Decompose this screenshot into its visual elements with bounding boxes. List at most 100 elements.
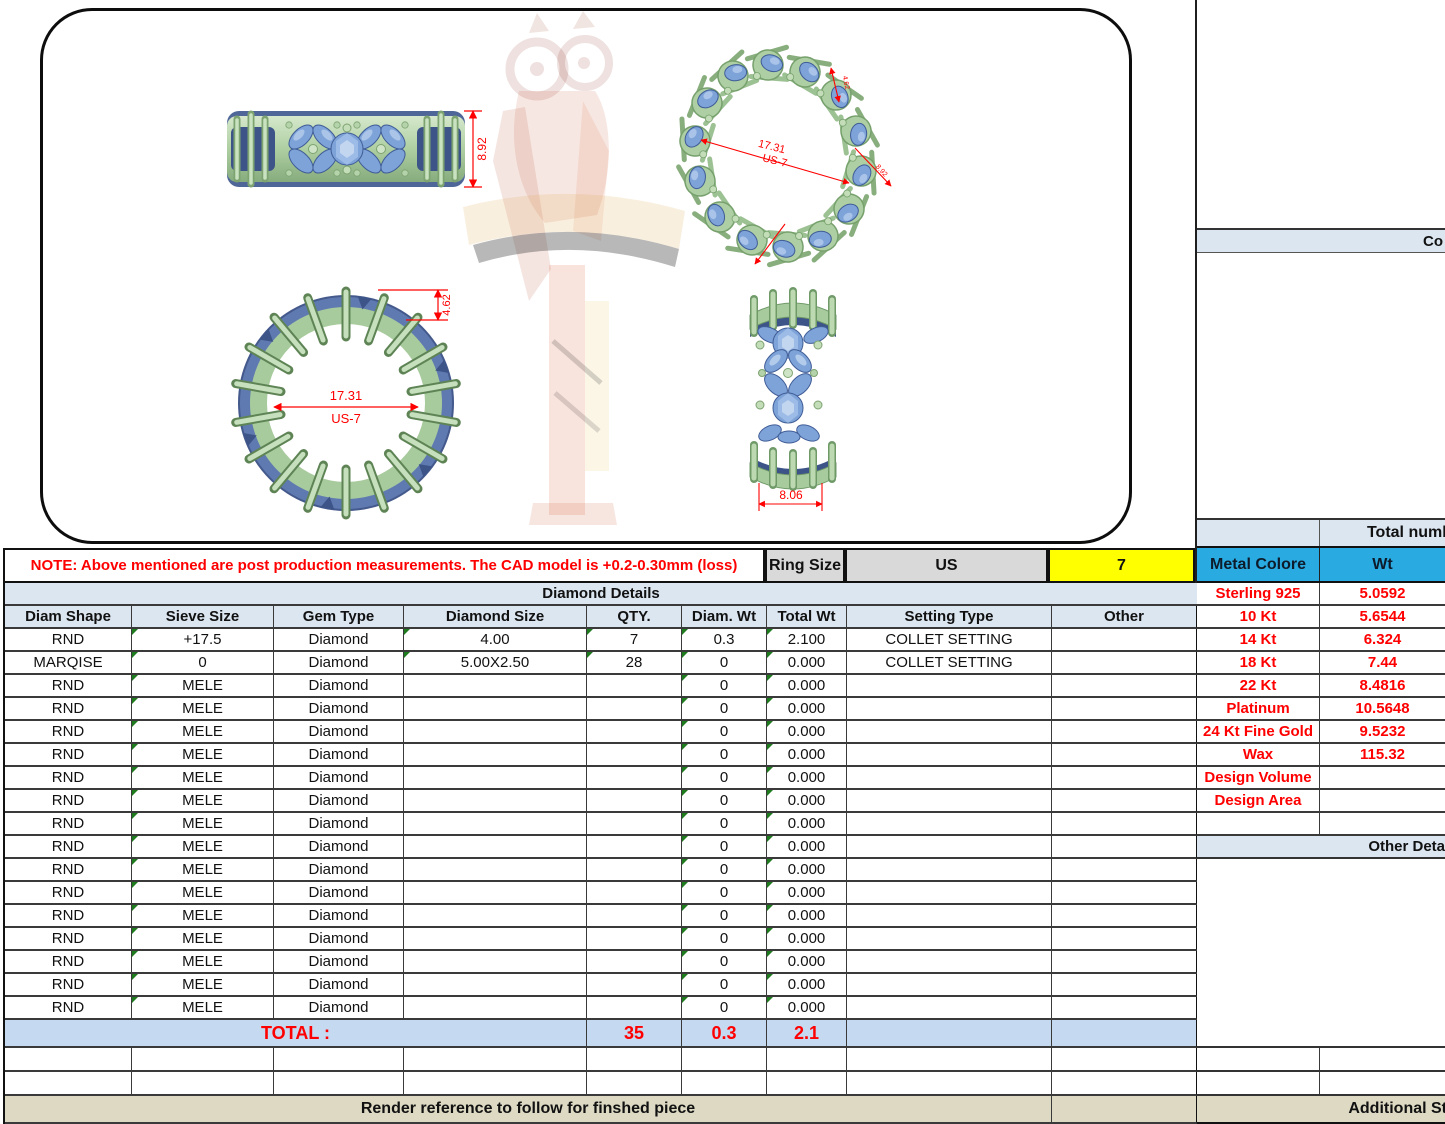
total-diam-wt[interactable]: 0.3 xyxy=(682,1020,767,1048)
cell-sieve-size[interactable]: MELE xyxy=(132,928,274,951)
cell-setting-type[interactable] xyxy=(847,790,1052,813)
cell-total-wt[interactable]: 0.000 xyxy=(767,951,847,974)
ring-size-region-cell[interactable]: US xyxy=(845,548,1048,583)
cell-sieve-size[interactable]: MELE xyxy=(132,790,274,813)
cell-total-wt[interactable]: 0.000 xyxy=(767,744,847,767)
empty-cell[interactable] xyxy=(587,1048,682,1072)
metal-name-cell[interactable]: Wax xyxy=(1197,744,1320,767)
cell-diamond-size[interactable] xyxy=(404,790,587,813)
cell-setting-type[interactable] xyxy=(847,767,1052,790)
empty-cell[interactable] xyxy=(1052,1048,1198,1072)
cell-gem-type[interactable]: Diamond xyxy=(274,859,404,882)
cell-total-wt[interactable]: 0.000 xyxy=(767,859,847,882)
cell-qty[interactable] xyxy=(587,836,682,859)
cell-total-wt[interactable]: 0.000 xyxy=(767,974,847,997)
cell-sieve-size[interactable]: MELE xyxy=(132,721,274,744)
metal-weight-cell[interactable]: 5.6544 xyxy=(1320,606,1445,629)
cell-sieve-size[interactable]: MELE xyxy=(132,859,274,882)
cell-gem-type[interactable]: Diamond xyxy=(274,928,404,951)
total-other-cell[interactable] xyxy=(1052,1020,1198,1048)
empty-cell[interactable] xyxy=(587,1072,682,1096)
metal-name-cell[interactable]: Design Volume xyxy=(1197,767,1320,790)
metal-weight-cell[interactable]: 7.44 xyxy=(1320,652,1445,675)
cell-gem-type[interactable]: Diamond xyxy=(274,721,404,744)
header-sieve-size[interactable]: Sieve Size xyxy=(132,606,274,629)
empty-cell[interactable] xyxy=(847,1072,1052,1096)
cell-total-wt[interactable]: 0.000 xyxy=(767,767,847,790)
empty-cell[interactable] xyxy=(404,1072,587,1096)
empty-cell[interactable] xyxy=(404,1048,587,1072)
cell-other[interactable] xyxy=(1052,974,1198,997)
cell-diam-wt[interactable]: 0 xyxy=(682,974,767,997)
header-total-wt[interactable]: Total Wt xyxy=(767,606,847,629)
cell-diam-shape[interactable]: RND xyxy=(5,790,132,813)
cell-diam-shape[interactable]: RND xyxy=(5,997,132,1020)
cell-diam-shape[interactable]: RND xyxy=(5,744,132,767)
cell-diam-wt[interactable]: 0 xyxy=(682,721,767,744)
total-qty[interactable]: 35 xyxy=(587,1020,682,1048)
cell-sieve-size[interactable]: MELE xyxy=(132,974,274,997)
header-gem-type[interactable]: Gem Type xyxy=(274,606,404,629)
cell-sieve-size[interactable]: 0 xyxy=(132,652,274,675)
cell-qty[interactable] xyxy=(587,928,682,951)
cell-diam-wt[interactable]: 0 xyxy=(682,652,767,675)
cell-total-wt[interactable]: 0.000 xyxy=(767,652,847,675)
cell-other[interactable] xyxy=(1052,767,1198,790)
cell-qty[interactable] xyxy=(587,675,682,698)
metal-weight-cell[interactable]: 9.5232 xyxy=(1320,721,1445,744)
metal-name-cell[interactable]: Design Area xyxy=(1197,790,1320,813)
empty-cell[interactable] xyxy=(847,1048,1052,1072)
empty-cell[interactable] xyxy=(132,1048,274,1072)
cell-sieve-size[interactable]: MELE xyxy=(132,882,274,905)
cell-total-wt[interactable]: 2.100 xyxy=(767,629,847,652)
cell-setting-type[interactable] xyxy=(847,997,1052,1020)
cell-diam-wt[interactable]: 0 xyxy=(682,997,767,1020)
cell-diam-wt[interactable]: 0 xyxy=(682,767,767,790)
cell-total-wt[interactable]: 0.000 xyxy=(767,882,847,905)
cell-setting-type[interactable] xyxy=(847,928,1052,951)
empty-cell[interactable] xyxy=(1197,1048,1320,1070)
cell-diam-wt[interactable]: 0 xyxy=(682,859,767,882)
header-diam-shape[interactable]: Diam Shape xyxy=(5,606,132,629)
cell-other[interactable] xyxy=(1052,698,1198,721)
cell-diamond-size[interactable] xyxy=(404,836,587,859)
total-number-right-cell[interactable]: Total numb xyxy=(1320,520,1445,546)
metal-weight-cell[interactable]: 6.324 xyxy=(1320,629,1445,652)
cell-total-wt[interactable]: 0.000 xyxy=(767,997,847,1020)
cell-diamond-size[interactable] xyxy=(404,813,587,836)
cell-gem-type[interactable]: Diamond xyxy=(274,974,404,997)
cell-gem-type[interactable]: Diamond xyxy=(274,997,404,1020)
metal-weight-cell[interactable]: 8.4816 xyxy=(1320,675,1445,698)
cell-other[interactable] xyxy=(1052,721,1198,744)
cell-qty[interactable] xyxy=(587,974,682,997)
cell-sieve-size[interactable]: MELE xyxy=(132,744,274,767)
cell-qty[interactable] xyxy=(587,882,682,905)
other-details-box[interactable] xyxy=(1197,859,1445,1048)
cell-diamond-size[interactable] xyxy=(404,767,587,790)
cell-gem-type[interactable]: Diamond xyxy=(274,629,404,652)
cell-gem-type[interactable]: Diamond xyxy=(274,905,404,928)
cell-diam-wt[interactable]: 0 xyxy=(682,813,767,836)
cell-sieve-size[interactable]: +17.5 xyxy=(132,629,274,652)
header-qty[interactable]: QTY. xyxy=(587,606,682,629)
cell-gem-type[interactable]: Diamond xyxy=(274,652,404,675)
cell-total-wt[interactable]: 0.000 xyxy=(767,698,847,721)
metal-weight-cell[interactable] xyxy=(1320,813,1445,836)
metal-name-cell[interactable]: 10 Kt xyxy=(1197,606,1320,629)
cell-diam-wt[interactable]: 0 xyxy=(682,882,767,905)
cell-gem-type[interactable]: Diamond xyxy=(274,882,404,905)
cell-setting-type[interactable] xyxy=(847,744,1052,767)
cell-other[interactable] xyxy=(1052,836,1198,859)
cell-sieve-size[interactable]: MELE xyxy=(132,836,274,859)
metal-name-cell[interactable]: 18 Kt xyxy=(1197,652,1320,675)
cell-diam-wt[interactable]: 0 xyxy=(682,698,767,721)
diamond-details-title[interactable]: Diamond Details xyxy=(5,583,1198,606)
cell-total-wt[interactable]: 0.000 xyxy=(767,721,847,744)
render-note-side-cell[interactable] xyxy=(1052,1096,1198,1124)
cell-sieve-size[interactable]: MELE xyxy=(132,997,274,1020)
cell-other[interactable] xyxy=(1052,629,1198,652)
cell-setting-type[interactable] xyxy=(847,859,1052,882)
cell-diam-wt[interactable]: 0 xyxy=(682,790,767,813)
empty-cell[interactable] xyxy=(274,1072,404,1096)
empty-cell[interactable] xyxy=(682,1072,767,1096)
